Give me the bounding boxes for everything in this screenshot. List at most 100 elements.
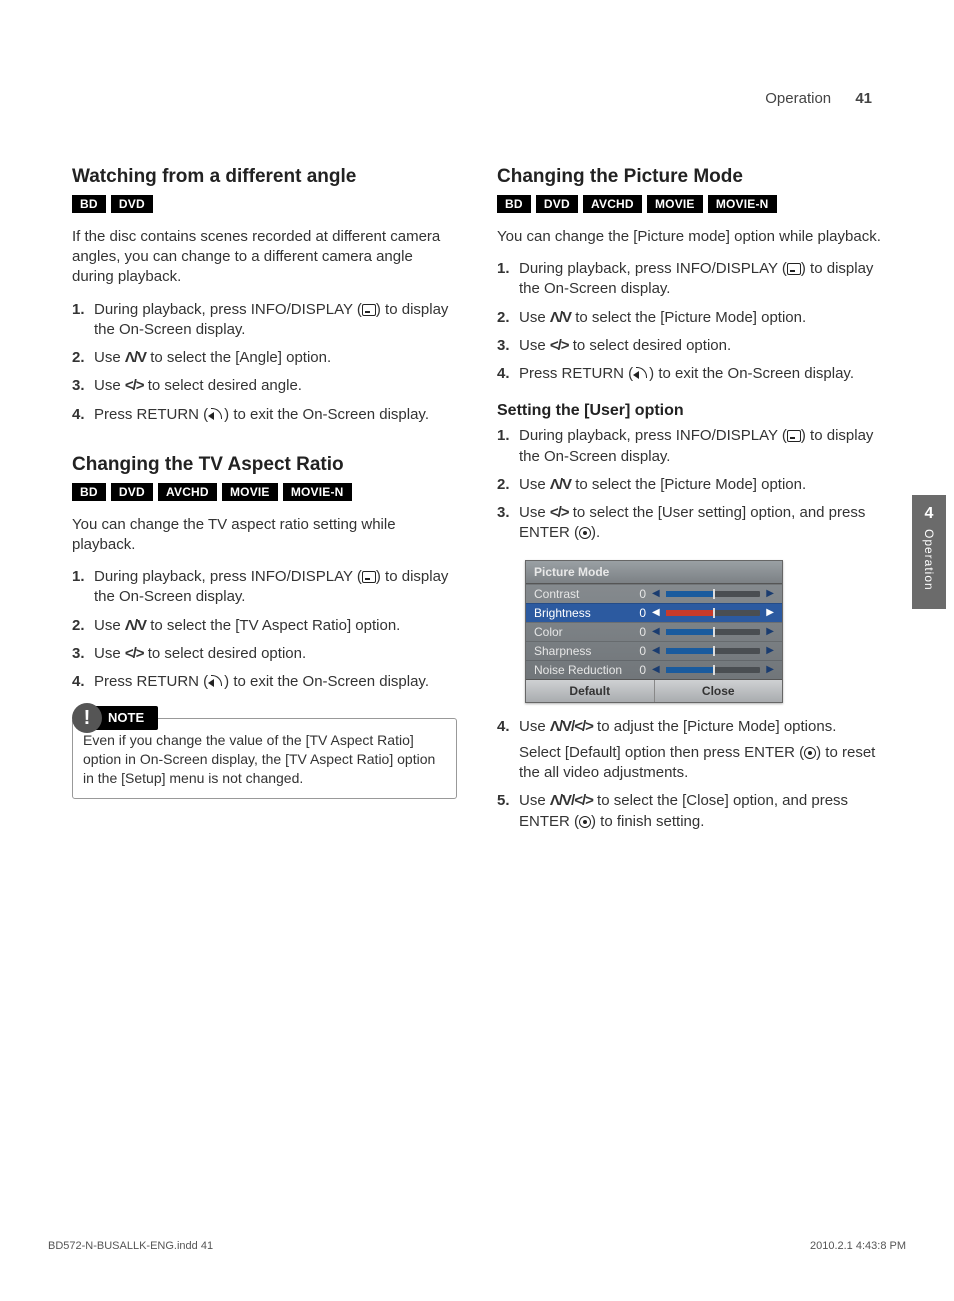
step: 5.Use Λ/V/</> to select the [Close] opti… — [497, 791, 882, 832]
step: 4.Press RETURN () to exit the On-Screen … — [72, 672, 457, 692]
format-badges: BD DVD AVCHD MOVIE MOVIE-N — [72, 483, 457, 501]
section-title: Changing the Picture Mode — [497, 165, 882, 189]
intro-text: You can change the [Picture mode] option… — [497, 227, 882, 247]
step: 2.Use Λ/V to select the [TV Aspect Ratio… — [72, 616, 457, 636]
chapter-label: Operation — [922, 529, 936, 591]
nav-arrows-icon: Λ/V/</> — [550, 792, 593, 809]
left-right-icon: </> — [550, 337, 569, 354]
arrow-right-icon: ▶ — [766, 626, 774, 637]
left-right-icon: </> — [125, 377, 144, 394]
step: 4.Press RETURN () to exit the On-Screen … — [72, 405, 457, 425]
step: 2.Use Λ/V to select the [Angle] option. — [72, 348, 457, 368]
badge: MOVIE — [647, 195, 703, 213]
arrow-left-icon: ◀ — [652, 664, 660, 675]
badge: MOVIE-N — [283, 483, 352, 501]
arrow-right-icon: ▶ — [766, 588, 774, 599]
intro-text: You can change the TV aspect ratio setti… — [72, 515, 457, 556]
osd-row: Sharpness0◀▶ — [526, 641, 782, 660]
right-column: Changing the Picture Mode BD DVD AVCHD M… — [497, 157, 882, 848]
arrow-right-icon: ▶ — [766, 645, 774, 656]
note-text: Even if you change the value of the [TV … — [83, 732, 435, 786]
content-columns: Watching from a different angle BD DVD I… — [72, 157, 882, 848]
info-display-icon — [362, 571, 376, 583]
osd-row-active: Brightness0◀▶ — [526, 603, 782, 622]
step: 3.Use </> to select desired option. — [72, 644, 457, 664]
chapter-number: 4 — [912, 505, 946, 523]
footer-timestamp: 2010.2.1 4:43:8 PM — [810, 1240, 906, 1252]
badge: AVCHD — [583, 195, 642, 213]
step: 4.Press RETURN () to exit the On-Screen … — [497, 364, 882, 384]
enter-icon — [804, 747, 816, 759]
step: 1.During playback, press INFO/DISPLAY ()… — [497, 426, 882, 467]
left-right-icon: </> — [125, 645, 144, 662]
section-title: Watching from a different angle — [72, 165, 457, 189]
picture-mode-osd: Picture Mode Contrast0◀▶ Brightness0◀▶ C… — [525, 560, 783, 703]
arrow-left-icon: ◀ — [652, 607, 660, 618]
badge: MOVIE-N — [708, 195, 777, 213]
osd-row: Contrast0◀▶ — [526, 584, 782, 603]
info-display-icon — [787, 430, 801, 442]
up-down-icon: Λ/V — [125, 349, 146, 366]
return-icon — [208, 675, 224, 687]
osd-row: Noise Reduction0◀▶ — [526, 660, 782, 679]
badge: BD — [72, 195, 106, 213]
steps-list: 1.During playback, press INFO/DISPLAY ()… — [497, 426, 882, 543]
up-down-icon: Λ/V — [550, 309, 571, 326]
step: 4.Use Λ/V/</> to adjust the [Picture Mod… — [497, 717, 882, 784]
intro-text: If the disc contains scenes recorded at … — [72, 227, 457, 288]
return-icon — [633, 367, 649, 379]
up-down-icon: Λ/V — [550, 476, 571, 493]
badge: BD — [72, 483, 106, 501]
badge: BD — [497, 195, 531, 213]
step: 2.Use Λ/V to select the [Picture Mode] o… — [497, 308, 882, 328]
info-display-icon — [787, 263, 801, 275]
note-box: ! NOTE Even if you change the value of t… — [72, 718, 457, 799]
step: 2.Use Λ/V to select the [Picture Mode] o… — [497, 475, 882, 495]
steps-list: 1.During playback, press INFO/DISPLAY ()… — [72, 300, 457, 425]
section-title: Changing the TV Aspect Ratio — [72, 453, 457, 477]
arrow-right-icon: ▶ — [766, 607, 774, 618]
step: 3.Use </> to select the [User setting] o… — [497, 503, 882, 544]
arrow-left-icon: ◀ — [652, 588, 660, 599]
format-badges: BD DVD — [72, 195, 457, 213]
osd-default-button: Default — [526, 680, 655, 702]
enter-icon — [579, 816, 591, 828]
side-tab: 4 Operation — [912, 495, 946, 609]
badge: AVCHD — [158, 483, 217, 501]
step: 3.Use </> to select desired option. — [497, 336, 882, 356]
nav-arrows-icon: Λ/V/</> — [550, 718, 593, 735]
arrow-left-icon: ◀ — [652, 645, 660, 656]
step: 3.Use </> to select desired angle. — [72, 376, 457, 396]
badge: DVD — [111, 483, 153, 501]
osd-row: Color0◀▶ — [526, 622, 782, 641]
arrow-left-icon: ◀ — [652, 626, 660, 637]
info-display-icon — [362, 304, 376, 316]
note-tab: ! NOTE — [72, 703, 158, 733]
steps-list: 1.During playback, press INFO/DISPLAY ()… — [72, 567, 457, 692]
badge: DVD — [536, 195, 578, 213]
left-column: Watching from a different angle BD DVD I… — [72, 157, 457, 848]
step: 1.During playback, press INFO/DISPLAY ()… — [497, 259, 882, 300]
badge: DVD — [111, 195, 153, 213]
subsection-title: Setting the [User] option — [497, 402, 882, 420]
steps-list: 1.During playback, press INFO/DISPLAY ()… — [497, 259, 882, 384]
enter-icon — [579, 527, 591, 539]
header-section: Operation — [765, 90, 831, 107]
page: Operation 41 Watching from a different a… — [42, 0, 912, 1200]
arrow-right-icon: ▶ — [766, 664, 774, 675]
format-badges: BD DVD AVCHD MOVIE MOVIE-N — [497, 195, 882, 213]
return-icon — [208, 408, 224, 420]
page-number: 41 — [855, 90, 872, 107]
print-footer: BD572-N-BUSALLK-ENG.indd 41 2010.2.1 4:4… — [42, 1240, 912, 1252]
step: 1.During playback, press INFO/DISPLAY ()… — [72, 300, 457, 341]
footer-filename: BD572-N-BUSALLK-ENG.indd 41 — [48, 1240, 213, 1252]
osd-footer: Default Close — [526, 679, 782, 702]
badge: MOVIE — [222, 483, 278, 501]
up-down-icon: Λ/V — [125, 617, 146, 634]
step: 1.During playback, press INFO/DISPLAY ()… — [72, 567, 457, 608]
osd-title: Picture Mode — [526, 561, 782, 584]
osd-close-button: Close — [655, 680, 783, 702]
steps-list: 4.Use Λ/V/</> to adjust the [Picture Mod… — [497, 717, 882, 832]
running-header: Operation 41 — [72, 90, 882, 107]
left-right-icon: </> — [550, 504, 569, 521]
